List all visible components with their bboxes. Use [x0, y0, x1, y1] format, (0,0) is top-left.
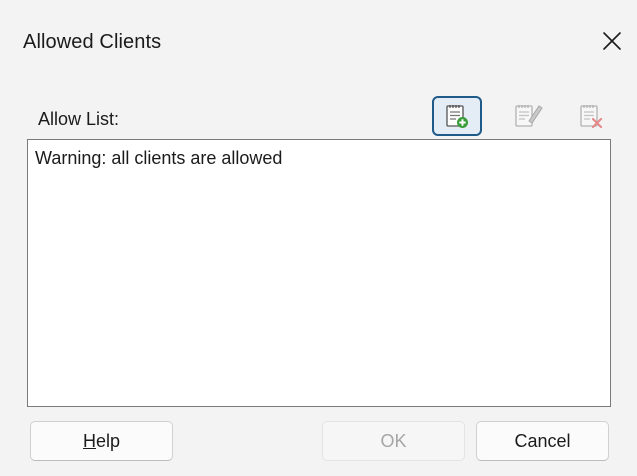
- add-entry-icon: [446, 105, 468, 128]
- delete-entry-button[interactable]: [566, 96, 616, 136]
- list-item[interactable]: Warning: all clients are allowed: [35, 147, 282, 169]
- help-label: elp: [95, 430, 121, 451]
- help-mnemonic: H: [82, 430, 96, 451]
- close-icon: [603, 32, 621, 50]
- allow-list-label: Allow List:: [38, 109, 120, 129]
- allow-list-box[interactable]: Warning: all clients are allowed: [27, 139, 611, 407]
- allowed-clients-dialog: Allowed Clients Allow List: Warning: all…: [0, 0, 637, 476]
- cancel-button[interactable]: Cancel: [476, 421, 609, 461]
- ok-button[interactable]: OK: [322, 421, 465, 461]
- help-button[interactable]: Help: [30, 421, 173, 461]
- edit-entry-button[interactable]: [503, 96, 553, 136]
- delete-entry-icon: [580, 105, 603, 129]
- close-button[interactable]: [593, 22, 631, 60]
- add-entry-button[interactable]: [432, 96, 482, 136]
- dialog-title: Allowed Clients: [23, 31, 162, 53]
- edit-entry-icon: [515, 105, 543, 127]
